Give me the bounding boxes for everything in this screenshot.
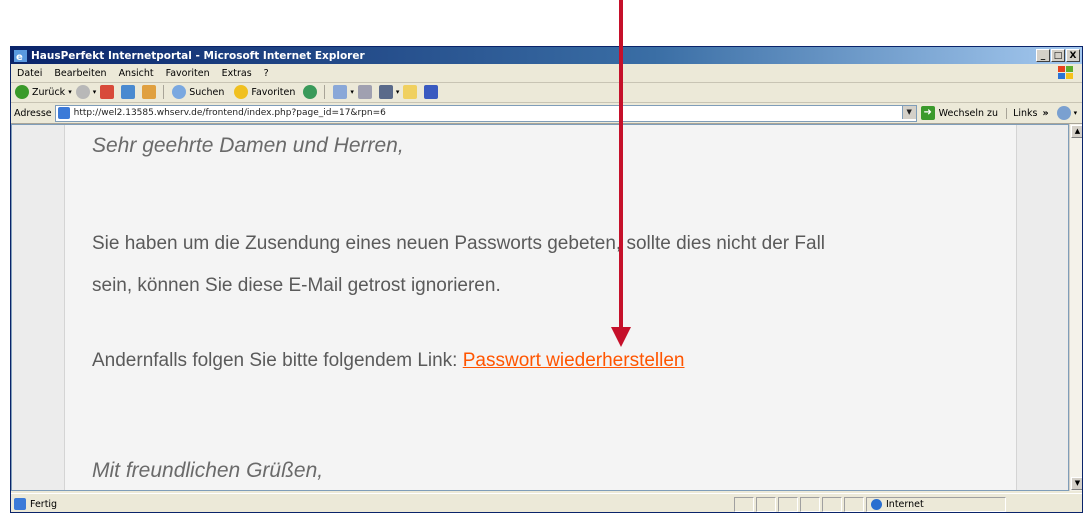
- toolbar-divider: [163, 85, 165, 99]
- email-greeting: Sehr geehrte Damen und Herren,: [92, 134, 404, 157]
- windows-logo-icon: [1058, 66, 1073, 79]
- page-content: Sehr geehrte Damen und Herren, Sie haben…: [11, 124, 1069, 491]
- email-paragraph-line2: sein, können Sie diese E-Mail getrost ig…: [92, 275, 501, 296]
- stop-button[interactable]: [100, 85, 117, 99]
- links-chevron-icon: »: [1042, 107, 1049, 119]
- menu-datei[interactable]: Datei: [11, 68, 48, 79]
- chevron-down-icon: ▾: [92, 88, 97, 96]
- home-icon: [142, 85, 157, 99]
- browser-window: e HausPerfekt Internetportal - Microsoft…: [10, 46, 1083, 513]
- status-panel: [734, 496, 754, 512]
- research-button[interactable]: [424, 85, 441, 99]
- go-label: Wechseln zu: [938, 107, 999, 119]
- folder-icon: [403, 85, 418, 99]
- scroll-up-icon[interactable]: ▲: [1071, 125, 1082, 138]
- chevron-down-icon: ▾: [1073, 109, 1078, 117]
- forward-arrow-icon: [75, 85, 90, 99]
- research-icon: [424, 85, 439, 99]
- email-paragraph-line1: Sie haben um die Zusendung eines neuen P…: [92, 233, 826, 254]
- forward-button[interactable]: ▾: [75, 85, 97, 99]
- security-zone[interactable]: Internet: [866, 496, 1006, 512]
- email-link-line: Andernfalls folgen Sie bitte folgendem L…: [92, 350, 685, 372]
- menu-extras[interactable]: Extras: [216, 68, 258, 79]
- go-button[interactable]: ➜ Wechseln zu: [920, 106, 999, 120]
- status-bar: Fertig Internet: [11, 493, 1082, 512]
- menu-bar: Datei Bearbeiten Ansicht Favoriten Extra…: [11, 64, 1082, 83]
- links-label: Links: [1013, 107, 1038, 119]
- address-input[interactable]: http://wel2.13585.whserv.de/frontend/ind…: [54, 104, 917, 122]
- status-panel: [844, 496, 864, 512]
- go-arrow-icon: ➜: [920, 106, 935, 120]
- menu-favoriten[interactable]: Favoriten: [160, 68, 216, 79]
- maximize-button[interactable]: □: [1051, 49, 1065, 62]
- search-label: Suchen: [189, 86, 225, 98]
- history-icon: [303, 85, 318, 99]
- links-toolbar[interactable]: Links »: [1006, 107, 1049, 119]
- status-text: Fertig: [30, 498, 58, 510]
- home-button[interactable]: [142, 85, 159, 99]
- standard-toolbar: Zurück ▾ ▾ Suchen Favoriten ▾ ▾: [11, 82, 1082, 103]
- menu-help[interactable]: ?: [258, 68, 275, 79]
- favorites-button[interactable]: Favoriten: [234, 85, 295, 99]
- history-button[interactable]: [303, 85, 320, 99]
- edit-button[interactable]: ▾: [378, 85, 400, 99]
- password-reset-link[interactable]: Passwort wiederherstellen: [463, 350, 685, 371]
- chevron-down-icon: ▾: [350, 88, 354, 96]
- status-panel: [822, 496, 842, 512]
- menu-bearbeiten[interactable]: Bearbeiten: [48, 68, 112, 79]
- address-label: Adresse: [14, 107, 52, 119]
- search-button[interactable]: Suchen: [172, 85, 224, 99]
- status-panel: [800, 496, 820, 512]
- folder-button[interactable]: [403, 85, 420, 99]
- toolbar-divider: [324, 85, 326, 99]
- vertical-scrollbar[interactable]: ▲ ▼: [1069, 124, 1082, 491]
- status-panel: [778, 496, 798, 512]
- mail-icon: [333, 85, 348, 99]
- back-button[interactable]: Zurück ▾: [15, 85, 72, 99]
- page-icon: [57, 107, 70, 119]
- stop-icon: [100, 85, 115, 99]
- extension-icon: [1056, 106, 1071, 120]
- address-bar: Adresse http://wel2.13585.whserv.de/fron…: [11, 103, 1082, 124]
- address-dropdown-icon[interactable]: ▼: [901, 105, 916, 119]
- print-icon: [357, 85, 372, 99]
- chevron-down-icon: ▾: [395, 88, 400, 96]
- svg-text:e: e: [16, 52, 23, 62]
- page-right-margin: [1016, 125, 1068, 490]
- status-text-panel: Fertig: [14, 498, 734, 510]
- back-label: Zurück: [32, 86, 66, 98]
- annotation-arrow-head: [611, 327, 631, 347]
- close-button[interactable]: X: [1066, 49, 1080, 62]
- search-icon: [172, 85, 187, 99]
- page-left-margin: [12, 125, 65, 490]
- address-url: http://wel2.13585.whserv.de/frontend/ind…: [73, 108, 386, 118]
- back-arrow-icon: [15, 85, 29, 99]
- annotation-arrow-line: [619, 0, 623, 332]
- email-link-intro: Andernfalls folgen Sie bitte folgendem L…: [92, 350, 458, 371]
- menu-ansicht[interactable]: Ansicht: [113, 68, 160, 79]
- refresh-button[interactable]: [121, 85, 138, 99]
- email-closing: Mit freundlichen Grüßen,: [92, 459, 324, 482]
- scroll-down-icon[interactable]: ▼: [1071, 477, 1082, 490]
- chevron-down-icon: ▾: [68, 88, 72, 96]
- toolbar-extension-button[interactable]: ▾: [1056, 106, 1078, 120]
- status-panel: [756, 496, 776, 512]
- mail-button[interactable]: ▾: [333, 85, 354, 99]
- edit-icon: [378, 85, 393, 99]
- favorites-label: Favoriten: [251, 86, 296, 98]
- minimize-button[interactable]: _: [1036, 49, 1050, 62]
- refresh-icon: [121, 85, 136, 99]
- print-button[interactable]: [357, 85, 375, 99]
- zone-label: Internet: [886, 498, 924, 510]
- page-icon: [14, 498, 26, 510]
- ie-icon: e: [14, 49, 27, 62]
- window-title: HausPerfekt Internetportal - Microsoft I…: [31, 49, 365, 62]
- globe-icon: [871, 498, 882, 510]
- star-icon: [234, 85, 249, 99]
- title-bar[interactable]: e HausPerfekt Internetportal - Microsoft…: [11, 47, 1082, 64]
